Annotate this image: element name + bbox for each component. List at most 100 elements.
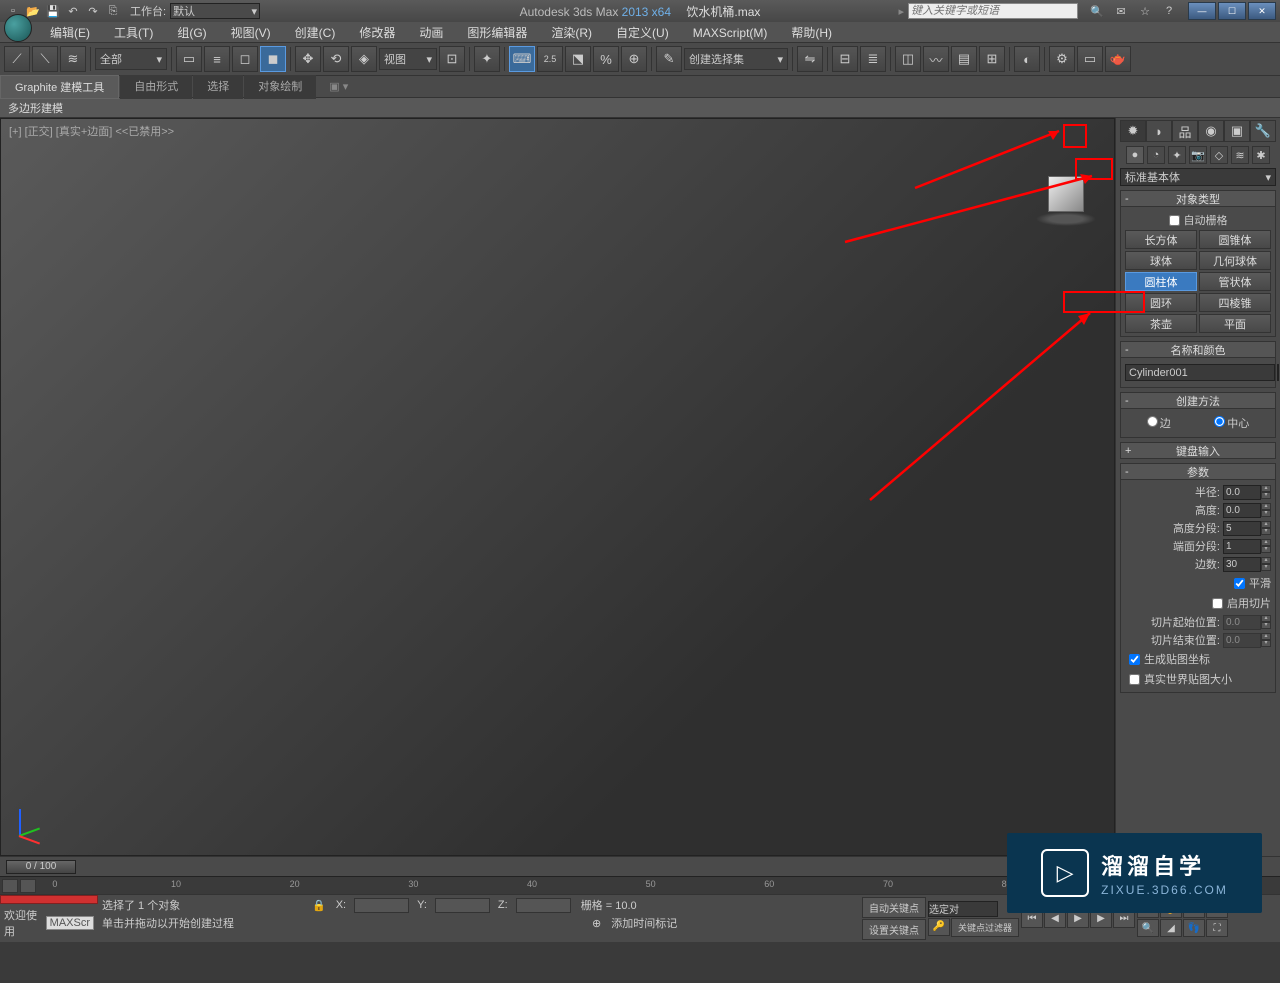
menu-item[interactable]: 帮助(H) [779, 24, 844, 42]
ribbon-tab[interactable]: 选择 [193, 75, 243, 99]
smooth-checkbox[interactable] [1234, 578, 1245, 589]
radius-spinner[interactable] [1223, 485, 1261, 500]
height-segs-spinner[interactable] [1223, 521, 1261, 536]
bind-space-warp-icon[interactable]: ≋ [60, 46, 86, 72]
welcome-maxscript[interactable]: 欢迎使用 MAXScr [0, 904, 98, 942]
unlink-icon[interactable]: ⟍ [32, 46, 58, 72]
motion-tab-icon[interactable]: ◉ [1198, 120, 1224, 142]
cap-segs-spinner[interactable] [1223, 539, 1261, 554]
primitive-type-button[interactable]: 四棱锥 [1199, 293, 1271, 312]
auto-grid-checkbox[interactable] [1169, 215, 1180, 226]
real-world-checkbox[interactable] [1129, 674, 1140, 685]
max-viewport-icon[interactable]: ⛶ [1206, 919, 1228, 937]
manipulate-icon[interactable]: ✦ [474, 46, 500, 72]
track-open-icon[interactable] [2, 879, 18, 893]
lock-icon[interactable]: 🔒 [312, 899, 326, 912]
track-filter-icon[interactable] [20, 879, 36, 893]
angle-snap-icon[interactable]: ⬔ [565, 46, 591, 72]
category-dropdown[interactable]: 标准基本体▾ [1120, 168, 1276, 186]
menu-item[interactable]: 修改器 [347, 24, 407, 42]
select-by-name-icon[interactable]: ≡ [204, 46, 230, 72]
align-icon[interactable]: ⊟ [832, 46, 858, 72]
primitive-type-button[interactable]: 管状体 [1199, 272, 1271, 291]
curve-editor-icon[interactable]: 〰 [923, 46, 949, 72]
ribbon-tab[interactable]: 自由形式 [120, 75, 192, 99]
layers-icon[interactable]: ≣ [860, 46, 886, 72]
primitive-type-button[interactable]: 圆柱体 [1125, 272, 1197, 291]
dope-sheet-icon[interactable]: ▤ [951, 46, 977, 72]
select-region-icon[interactable]: ◻ [232, 46, 258, 72]
save-icon[interactable]: 💾 [44, 2, 62, 20]
maximize-button[interactable]: ☐ [1218, 2, 1246, 20]
ribbon-expand-icon[interactable]: ▣ ▾ [329, 80, 348, 93]
menu-item[interactable]: 创建(C) [283, 24, 348, 42]
add-time-tag[interactable]: 添加时间标记 [611, 915, 677, 931]
primitive-type-button[interactable]: 圆锥体 [1199, 230, 1271, 249]
material-editor-icon[interactable]: ◐ [1014, 46, 1040, 72]
render-production-icon[interactable]: 🫖 [1105, 46, 1131, 72]
menu-item[interactable]: 渲染(R) [539, 24, 604, 42]
ribbon-tab[interactable]: Graphite 建模工具 [0, 75, 119, 99]
coord-z-input[interactable] [516, 898, 571, 913]
systems-cat-icon[interactable]: ✱ [1252, 146, 1270, 164]
select-object-icon[interactable]: ▭ [176, 46, 202, 72]
rollout-header-keyboard-entry[interactable]: +键盘输入 [1120, 442, 1276, 459]
undo-icon[interactable]: ↶ [64, 2, 82, 20]
helpers-cat-icon[interactable]: ◇ [1210, 146, 1228, 164]
object-name-input[interactable] [1125, 364, 1275, 381]
height-spinner[interactable] [1223, 503, 1261, 518]
keyboard-shortcut-icon[interactable]: ⌨ [509, 46, 535, 72]
snaps-toggle-icon[interactable]: 2.5 [537, 46, 563, 72]
percent-snap-icon[interactable]: % [593, 46, 619, 72]
binoculars-icon[interactable]: 🔍 [1088, 2, 1106, 20]
primitive-type-button[interactable]: 球体 [1125, 251, 1197, 270]
mirror-icon[interactable]: ⇋ [797, 46, 823, 72]
animation-range-marker[interactable] [0, 895, 98, 904]
slice-from-spinner[interactable] [1223, 615, 1261, 630]
menu-item[interactable]: MAXScript(M) [681, 24, 780, 42]
ribbon-tab[interactable]: 对象绘制 [244, 75, 316, 99]
view-cube[interactable] [1032, 174, 1100, 226]
search-input[interactable] [908, 3, 1078, 19]
sides-spinner[interactable] [1223, 557, 1261, 572]
selection-set-input[interactable] [928, 901, 998, 917]
graphite-icon[interactable]: ◫ [895, 46, 921, 72]
gen-uv-checkbox[interactable] [1129, 654, 1140, 665]
spinner-snap-icon[interactable]: ⊕ [621, 46, 647, 72]
rollout-header-parameters[interactable]: -参数 [1120, 463, 1276, 480]
rendered-frame-icon[interactable]: ▭ [1077, 46, 1103, 72]
rollout-header-name-color[interactable]: -名称和颜色 [1120, 341, 1276, 358]
schematic-icon[interactable]: ⊞ [979, 46, 1005, 72]
time-tag-icon[interactable]: ⊕ [592, 917, 601, 930]
lights-cat-icon[interactable]: ✦ [1168, 146, 1186, 164]
select-move-icon[interactable]: ✥ [295, 46, 321, 72]
viewport-label[interactable]: [+] [正交] [真实+边面] <<已禁用>> [9, 123, 174, 139]
shapes-cat-icon[interactable]: ◔ [1147, 146, 1165, 164]
walk-icon[interactable]: 👣 [1183, 919, 1205, 937]
utilities-tab-icon[interactable]: 🔧 [1250, 120, 1276, 142]
primitive-type-button[interactable]: 长方体 [1125, 230, 1197, 249]
display-tab-icon[interactable]: ▣ [1224, 120, 1250, 142]
render-setup-icon[interactable]: ⚙ [1049, 46, 1075, 72]
viewport[interactable]: [+] [正交] [真实+边面] <<已禁用>> [0, 118, 1115, 856]
menu-item[interactable]: 组(G) [165, 24, 218, 42]
ribbon-sub-panel[interactable]: 多边形建模 [0, 98, 1280, 118]
create-tab-icon[interactable]: ✹ [1120, 120, 1146, 142]
minimize-button[interactable]: — [1188, 2, 1216, 20]
center-radio[interactable]: 中心 [1214, 415, 1249, 431]
app-menu-icon[interactable] [4, 14, 32, 42]
key-filters-button[interactable]: 关键点过滤器 [951, 918, 1019, 937]
select-rotate-icon[interactable]: ⟲ [323, 46, 349, 72]
slice-to-spinner[interactable] [1223, 633, 1261, 648]
menu-item[interactable]: 自定义(U) [604, 24, 681, 42]
object-color-swatch[interactable] [1277, 364, 1279, 381]
selection-filter-dropdown[interactable]: 全部▾ [95, 48, 167, 70]
link-icon[interactable]: ⎘ [104, 2, 122, 20]
select-scale-icon[interactable]: ◈ [351, 46, 377, 72]
help-icon[interactable]: ? [1160, 2, 1178, 20]
primitive-type-button[interactable]: 圆环 [1125, 293, 1197, 312]
geometry-cat-icon[interactable]: ● [1126, 146, 1144, 164]
pivot-center-icon[interactable]: ⊡ [439, 46, 465, 72]
menu-item[interactable]: 工具(T) [102, 24, 165, 42]
menu-item[interactable]: 视图(V) [219, 24, 283, 42]
